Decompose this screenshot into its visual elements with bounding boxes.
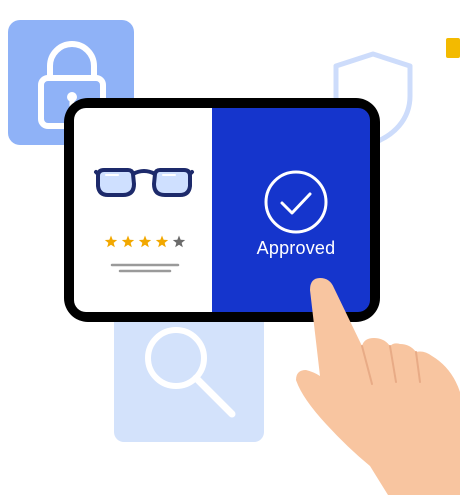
status-label: Approved xyxy=(256,238,336,258)
product-panel xyxy=(74,108,212,312)
accent-chip xyxy=(446,38,460,58)
pointing-hand xyxy=(296,278,460,495)
